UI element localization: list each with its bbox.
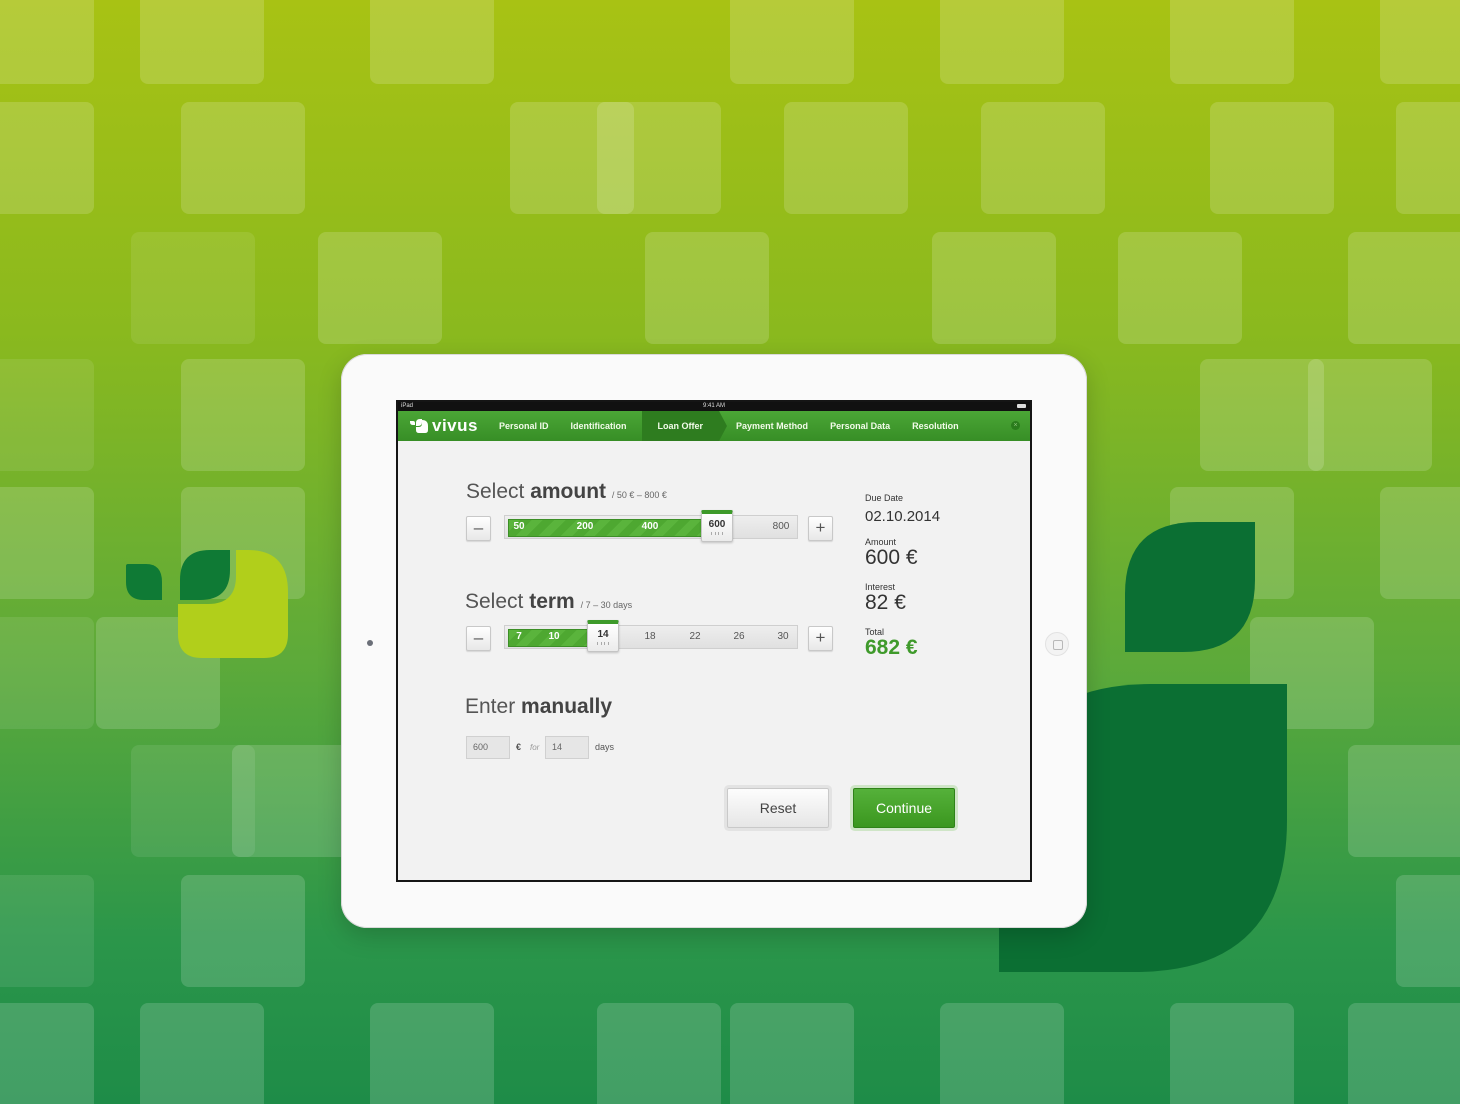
days-label: days (595, 742, 615, 752)
amount-section-title: Select amount / 50 € – 800 € (466, 480, 667, 503)
term-tick: 18 (644, 631, 656, 642)
amount-minus-button[interactable]: – (466, 516, 491, 541)
term-range: / 7 – 30 days (580, 600, 633, 610)
tablet-frame: iPad 9:41 AM vivus Personal ID Identific… (341, 354, 1087, 928)
term-plus-button[interactable]: + (808, 626, 833, 651)
amount-slider[interactable]: 50 200 400 800 600 (504, 510, 798, 542)
amount-tick: 200 (576, 521, 594, 532)
tab-personal-data[interactable]: Personal Data (819, 411, 901, 441)
reset-button[interactable]: Reset (727, 788, 829, 828)
app-header: vivus Personal ID Identification Loan Of… (398, 411, 1030, 441)
amount-tick: 800 (772, 521, 790, 532)
battery-icon (1017, 404, 1026, 408)
camera-icon (367, 640, 373, 646)
amount-plus-button[interactable]: + (808, 516, 833, 541)
term-minus-button[interactable]: – (466, 626, 491, 651)
amount-value: 600 € (865, 546, 918, 569)
close-icon[interactable]: × (1011, 421, 1020, 430)
home-button[interactable] (1045, 632, 1069, 656)
vivus-logo[interactable]: vivus (410, 416, 488, 436)
amount-slider-handle[interactable]: 600 (701, 510, 733, 542)
amount-tick: 50 (513, 521, 525, 532)
tab-payment-method[interactable]: Payment Method (725, 411, 819, 441)
status-bar: iPad 9:41 AM (398, 402, 1030, 411)
amount-slider-fill (508, 519, 704, 537)
term-slider[interactable]: 7 10 18 22 26 30 14 (504, 620, 798, 652)
tab-loan-offer[interactable]: Loan Offer (641, 411, 727, 441)
term-tick: 7 (516, 631, 522, 642)
manual-section-title: Enter manually (465, 695, 613, 718)
term-tick: 26 (733, 631, 745, 642)
term-slider-handle[interactable]: 14 (587, 620, 619, 652)
interest-value: 82 € (865, 591, 906, 614)
vivus-leaf-icon (410, 419, 428, 433)
brand-leaf-left-icon (126, 550, 288, 658)
manual-days-field[interactable]: 14 (545, 736, 589, 759)
manual-amount-field[interactable]: 600 (466, 736, 510, 759)
total-value: 682 € (865, 636, 918, 659)
amount-tick: 400 (641, 521, 659, 532)
term-tick: 22 (689, 631, 701, 642)
tab-identification[interactable]: Identification (560, 411, 638, 441)
step-navigation: Personal ID Identification Loan Offer Pa… (488, 411, 970, 441)
continue-button[interactable]: Continue (853, 788, 955, 828)
term-tick: 10 (548, 631, 560, 642)
amount-range: / 50 € – 800 € (611, 490, 667, 500)
due-date-value: 02.10.2014 (865, 508, 941, 525)
term-tick: 30 (777, 631, 789, 642)
for-label: for (530, 743, 540, 752)
tab-personal-id[interactable]: Personal ID (488, 411, 560, 441)
clock: 9:41 AM (702, 403, 725, 409)
due-date-label: Due Date (865, 493, 904, 503)
term-section-title: Select term / 7 – 30 days (465, 590, 633, 613)
loan-offer-panel: Select amount / 50 € – 800 € – 50 200 40… (398, 441, 1030, 880)
logo-text: vivus (432, 416, 478, 435)
currency-label: € (516, 742, 522, 752)
tab-resolution[interactable]: Resolution (901, 411, 970, 441)
tablet-screen: iPad 9:41 AM vivus Personal ID Identific… (396, 400, 1032, 882)
